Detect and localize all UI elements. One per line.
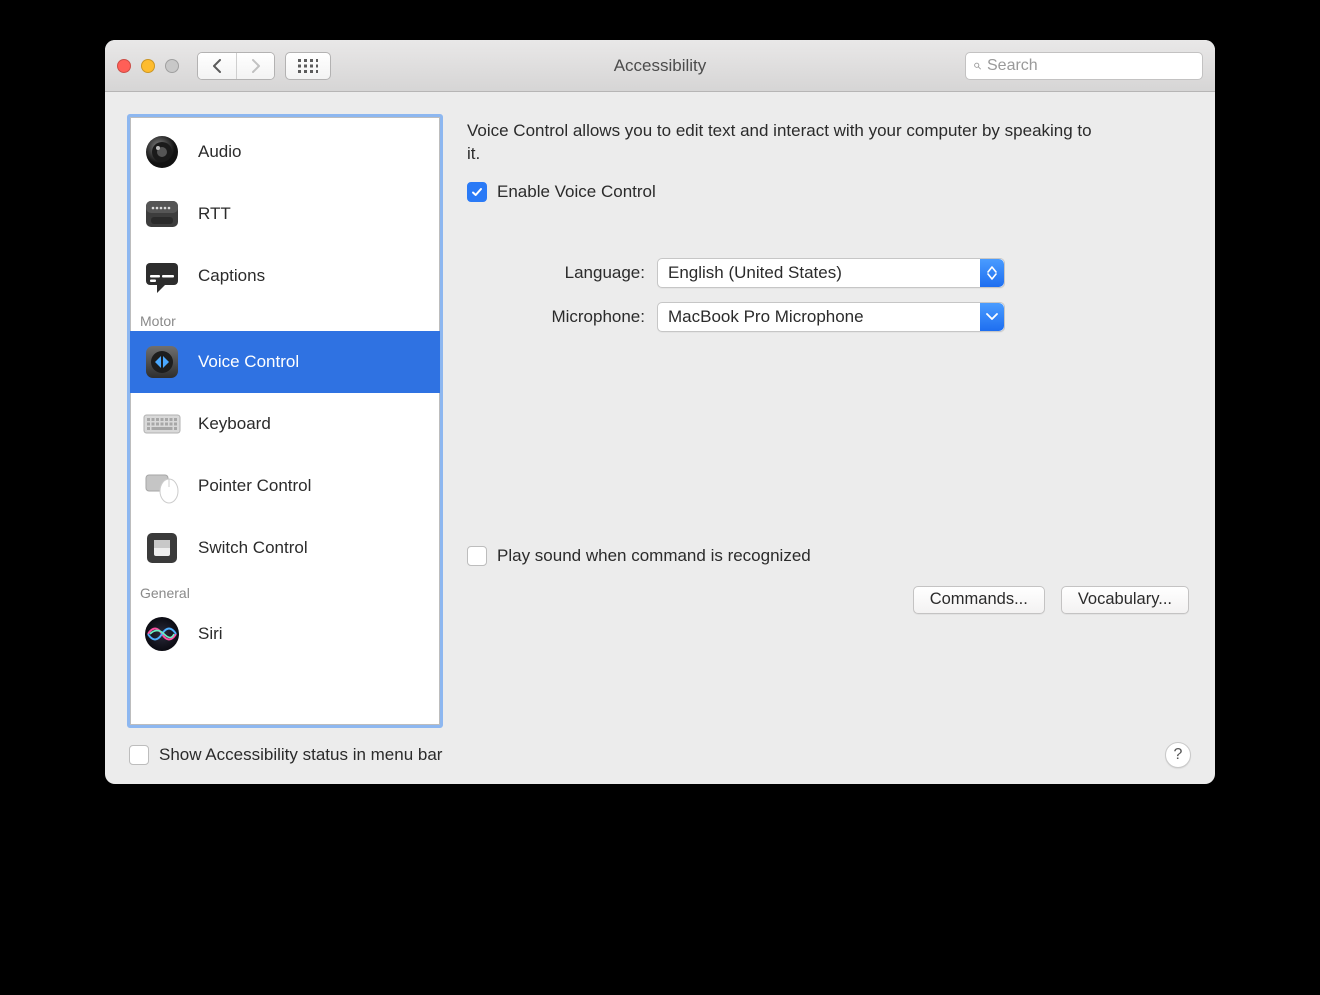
siri-icon [140, 612, 184, 656]
action-buttons: Commands... Vocabulary... [467, 586, 1193, 614]
vocabulary-button[interactable]: Vocabulary... [1061, 586, 1189, 614]
sidebar-item-audio[interactable]: Audio [130, 121, 440, 183]
sidebar-item-switch-control[interactable]: Switch Control [130, 517, 440, 579]
sidebar-item-label: Audio [198, 142, 241, 162]
enable-voice-control-checkbox[interactable] [467, 182, 487, 202]
microphone-popup[interactable]: MacBook Pro Microphone [657, 302, 1005, 332]
updown-icon [980, 259, 1004, 287]
search-icon [974, 59, 981, 73]
chevron-down-icon [980, 303, 1004, 331]
sidebar-item-label: Switch Control [198, 538, 308, 558]
sidebar-item-captions[interactable]: Captions [130, 245, 440, 307]
body: Audio RTT [105, 92, 1215, 784]
checkmark-icon [471, 186, 483, 198]
forward-button[interactable] [236, 53, 274, 79]
language-popup[interactable]: English (United States) [657, 258, 1005, 288]
language-row: Language: English (United States) [467, 258, 1193, 288]
sidebar-item-keyboard[interactable]: Keyboard [130, 393, 440, 455]
play-sound-row: Play sound when command is recognized [467, 546, 1193, 566]
play-sound-checkbox[interactable] [467, 546, 487, 566]
sidebar-item-label: RTT [198, 204, 231, 224]
sidebar-item-label: Pointer Control [198, 476, 311, 496]
switch-control-icon [140, 526, 184, 570]
commands-button[interactable]: Commands... [913, 586, 1045, 614]
grid-icon [298, 59, 318, 73]
search-field[interactable] [965, 52, 1203, 80]
sidebar-item-voice-control[interactable]: Voice Control [130, 331, 440, 393]
show-status-checkbox[interactable] [129, 745, 149, 765]
search-input[interactable] [987, 57, 1194, 75]
language-value: English (United States) [658, 263, 842, 283]
zoom-window-button [165, 59, 179, 73]
chevron-right-icon [251, 59, 261, 73]
microphone-label: Microphone: [467, 307, 657, 327]
pointer-control-icon [140, 464, 184, 508]
nav-segmented [197, 52, 275, 80]
minimize-window-button[interactable] [141, 59, 155, 73]
sidebar-item-label: Voice Control [198, 352, 299, 372]
enable-voice-control-row: Enable Voice Control [467, 182, 1193, 202]
speaker-icon [140, 130, 184, 174]
section-label-general: General [130, 579, 440, 603]
panels: Audio RTT [127, 114, 1193, 728]
show-status-label: Show Accessibility status in menu bar [159, 745, 442, 765]
traffic-lights [117, 59, 179, 73]
content-pane: Voice Control allows you to edit text an… [467, 114, 1193, 728]
sidebar-scroll[interactable]: Audio RTT [130, 117, 440, 725]
captions-icon [140, 254, 184, 298]
titlebar: Accessibility [105, 40, 1215, 92]
keyboard-icon [140, 402, 184, 446]
close-window-button[interactable] [117, 59, 131, 73]
sidebar-item-rtt[interactable]: RTT [130, 183, 440, 245]
language-label: Language: [467, 263, 657, 283]
sidebar-item-pointer-control[interactable]: Pointer Control [130, 455, 440, 517]
sidebar-item-label: Siri [198, 624, 223, 644]
show-all-button[interactable] [285, 52, 331, 80]
enable-voice-control-label: Enable Voice Control [497, 182, 656, 202]
microphone-value: MacBook Pro Microphone [658, 307, 864, 327]
microphone-row: Microphone: MacBook Pro Microphone [467, 302, 1193, 332]
sidebar: Audio RTT [127, 114, 443, 728]
voice-control-icon [140, 340, 184, 384]
play-sound-label: Play sound when command is recognized [497, 546, 811, 566]
chevron-left-icon [212, 59, 222, 73]
sidebar-item-label: Keyboard [198, 414, 271, 434]
section-label-motor: Motor [130, 307, 440, 331]
sidebar-item-label: Captions [198, 266, 265, 286]
help-button[interactable]: ? [1165, 742, 1191, 768]
preferences-window: Accessibility [105, 40, 1215, 784]
back-button[interactable] [198, 53, 236, 79]
sidebar-item-siri[interactable]: Siri [130, 603, 440, 665]
footer: Show Accessibility status in menu bar ? [127, 728, 1193, 770]
description-text: Voice Control allows you to edit text an… [467, 120, 1107, 166]
rtt-icon [140, 192, 184, 236]
